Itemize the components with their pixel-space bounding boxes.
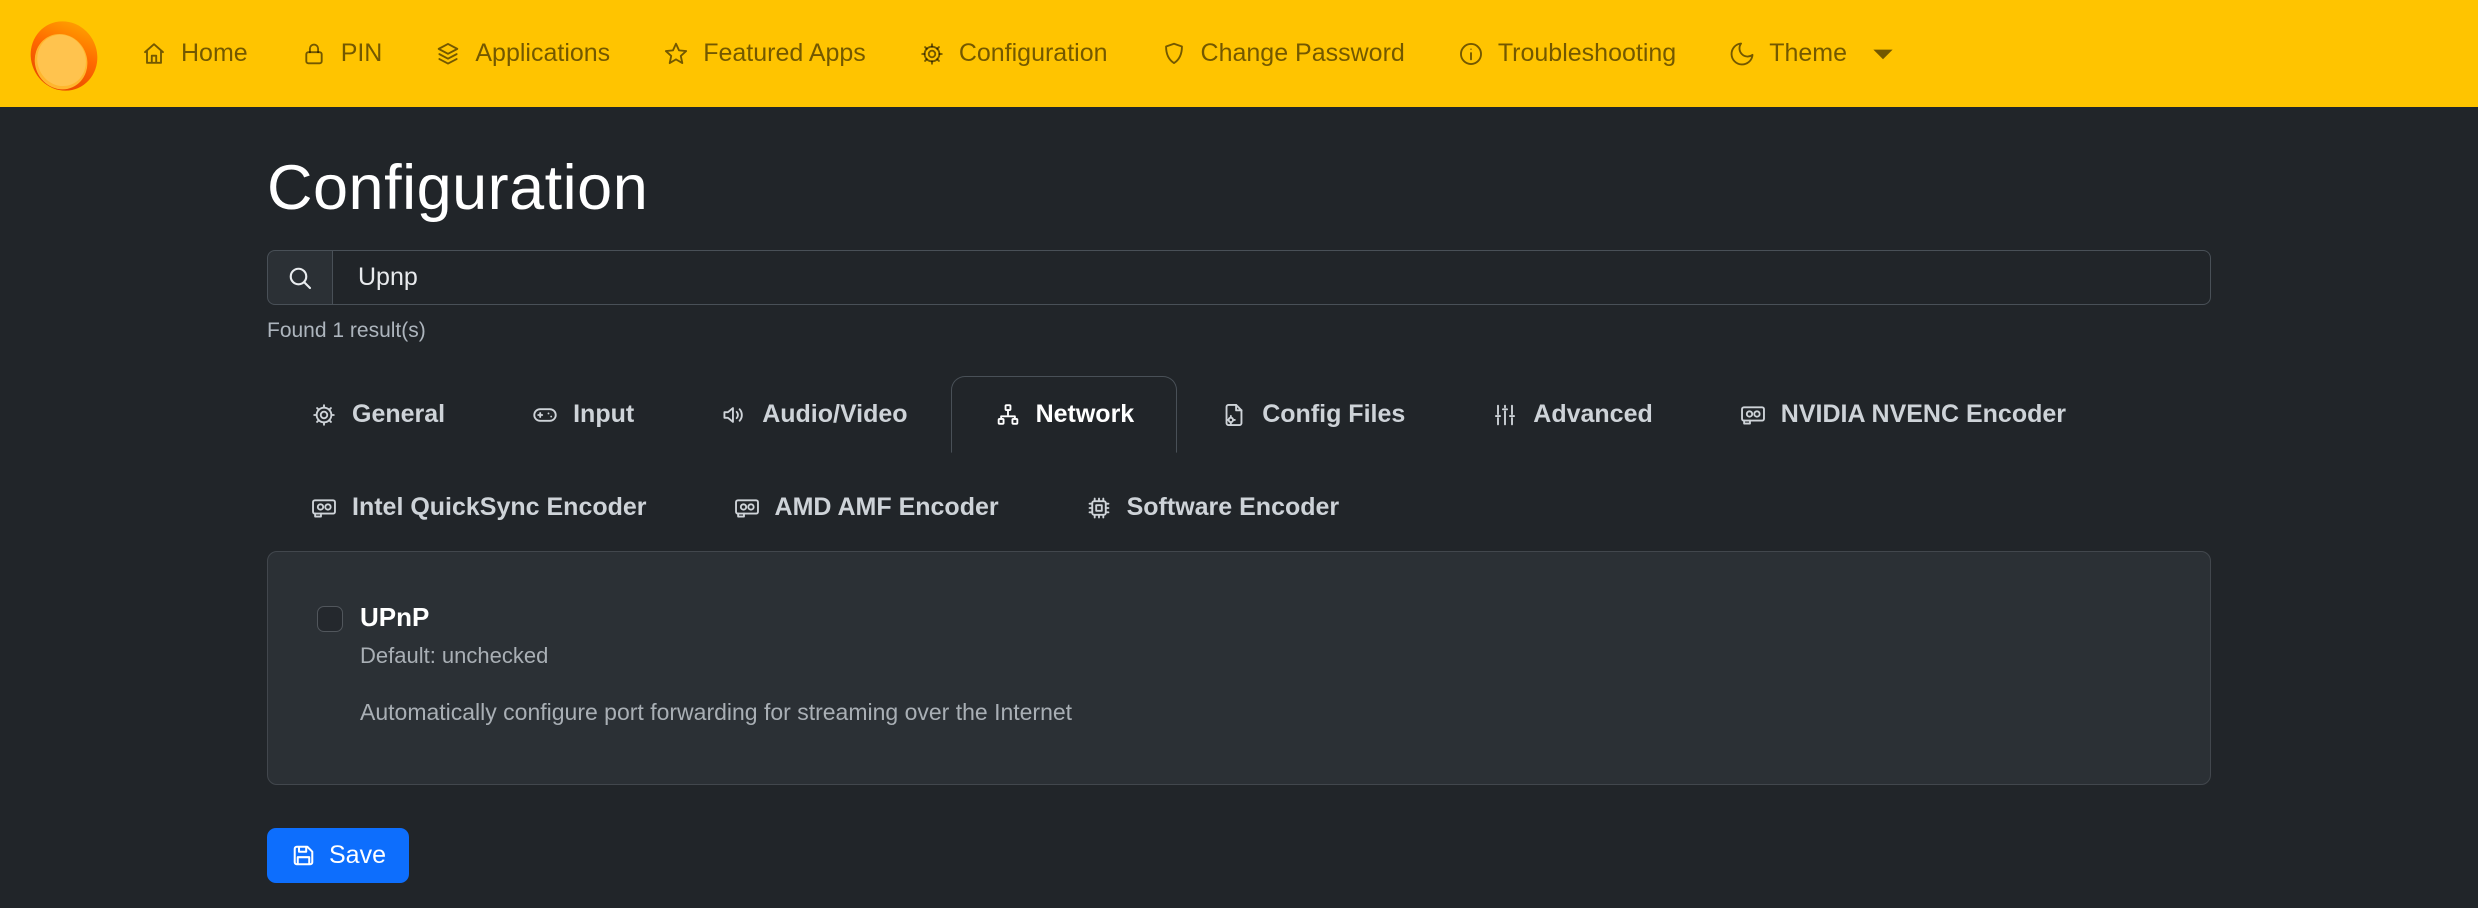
tab-network[interactable]: Network <box>951 376 1178 453</box>
nav-item-pin[interactable]: PIN <box>274 0 409 107</box>
nav-label: Featured Apps <box>703 39 866 68</box>
nav-label: Troubleshooting <box>1498 39 1676 68</box>
floppy-save-icon <box>290 842 317 869</box>
upnp-default-value: Default: unchecked <box>360 643 2161 669</box>
nav-item-featured-apps[interactable]: Featured Apps <box>636 0 892 107</box>
nav-item-troubleshooting[interactable]: Troubleshooting <box>1431 0 1702 107</box>
sunshine-logo[interactable] <box>26 11 102 97</box>
upnp-setting: UPnP <box>317 602 2161 633</box>
shield-icon <box>1160 40 1188 68</box>
network-settings-panel: UPnP Default: unchecked Automatically co… <box>267 551 2211 785</box>
sliders-icon <box>1491 401 1519 429</box>
tab-config-files[interactable]: Config Files <box>1177 376 1448 453</box>
tab-label: AMD AMF Encoder <box>775 493 999 522</box>
navbar-items: Home PIN Applications Featured Apps <box>114 0 1923 107</box>
tab-software-encoder[interactable]: Software Encoder <box>1042 469 1383 546</box>
top-navbar: Home PIN Applications Featured Apps <box>0 0 2478 107</box>
gpu-card-icon <box>1739 401 1767 429</box>
house-icon <box>140 40 168 68</box>
upnp-checkbox[interactable] <box>317 606 343 632</box>
gamepad-icon <box>531 401 559 429</box>
nav-item-applications[interactable]: Applications <box>408 0 636 107</box>
tab-label: General <box>352 400 445 429</box>
nav-item-change-password[interactable]: Change Password <box>1134 0 1431 107</box>
tab-label: NVIDIA NVENC Encoder <box>1781 400 2066 429</box>
tab-label: Software Encoder <box>1127 493 1340 522</box>
upnp-label[interactable]: UPnP <box>360 602 429 633</box>
tab-label: Advanced <box>1533 400 1652 429</box>
stack-icon <box>434 40 462 68</box>
gpu-card-icon <box>310 494 338 522</box>
tab-amd-amf-encoder[interactable]: AMD AMF Encoder <box>690 469 1042 546</box>
file-gear-icon <box>1220 401 1248 429</box>
tab-label: Network <box>1036 400 1135 429</box>
save-button-label: Save <box>329 841 386 870</box>
tab-label: Input <box>573 400 634 429</box>
nav-item-configuration[interactable]: Configuration <box>892 0 1134 107</box>
search-icon <box>285 263 315 293</box>
nav-item-theme[interactable]: Theme <box>1702 0 1923 107</box>
config-tabs: General Input Audio/Video <box>267 376 2211 546</box>
network-diagram-icon <box>994 401 1022 429</box>
tab-label: Intel QuickSync Encoder <box>352 493 647 522</box>
upnp-description: Automatically configure port forwarding … <box>360 699 2161 726</box>
sunshine-logo-icon <box>26 16 102 92</box>
gear-icon <box>918 40 946 68</box>
tab-audio-video[interactable]: Audio/Video <box>677 376 950 453</box>
save-button[interactable]: Save <box>267 828 409 883</box>
nav-label: Configuration <box>959 39 1108 68</box>
tab-label: Config Files <box>1262 400 1405 429</box>
nav-label: PIN <box>341 39 383 68</box>
star-icon <box>662 40 690 68</box>
info-circle-icon <box>1457 40 1485 68</box>
nav-label: Applications <box>475 39 610 68</box>
tab-label: Audio/Video <box>762 400 907 429</box>
page-title: Configuration <box>267 152 2211 224</box>
chevron-down-icon <box>1869 40 1897 68</box>
tab-intel-quicksync-encoder[interactable]: Intel QuickSync Encoder <box>267 469 690 546</box>
tab-input[interactable]: Input <box>488 376 677 453</box>
nav-label: Change Password <box>1201 39 1405 68</box>
cpu-icon <box>1085 494 1113 522</box>
moon-icon <box>1728 40 1756 68</box>
lock-icon <box>300 40 328 68</box>
tab-advanced[interactable]: Advanced <box>1448 376 1695 453</box>
search-addon <box>267 250 333 305</box>
search-input[interactable] <box>332 250 2211 305</box>
search-results-count: Found 1 result(s) <box>267 319 2211 343</box>
gpu-card-icon <box>733 494 761 522</box>
tab-nvidia-nvenc-encoder[interactable]: NVIDIA NVENC Encoder <box>1696 376 2109 453</box>
tab-general[interactable]: General <box>267 376 488 453</box>
nav-label: Theme <box>1769 39 1847 68</box>
search-group <box>267 250 2211 305</box>
gear-icon <box>310 401 338 429</box>
configuration-page: Configuration Found 1 result(s) General <box>267 107 2211 883</box>
speaker-icon <box>720 401 748 429</box>
nav-label: Home <box>181 39 248 68</box>
nav-item-home[interactable]: Home <box>114 0 274 107</box>
